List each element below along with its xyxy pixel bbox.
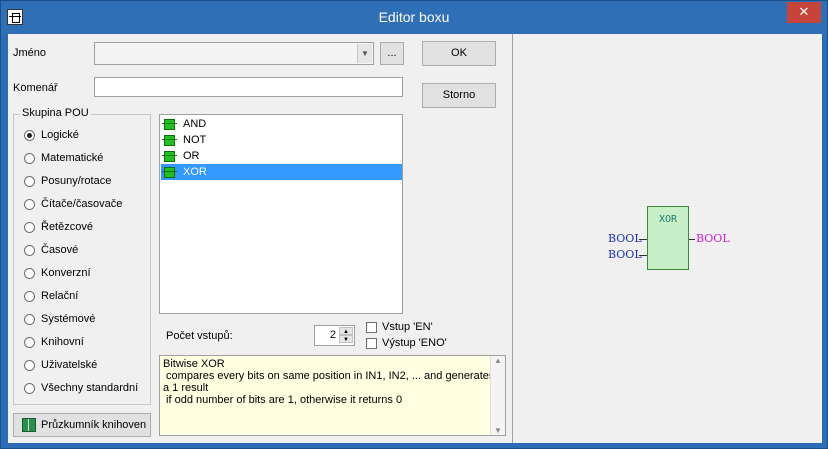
close-icon: ✕ bbox=[798, 4, 810, 19]
radio-button[interactable] bbox=[24, 221, 35, 233]
radio-knihovni[interactable]: Knihovní bbox=[24, 334, 84, 350]
radio-konverzni[interactable]: Konverzní bbox=[24, 265, 91, 281]
radio-button[interactable] bbox=[24, 175, 35, 187]
ok-button[interactable]: OK bbox=[422, 41, 496, 66]
book-icon bbox=[22, 418, 36, 432]
en-checkbox[interactable] bbox=[366, 321, 377, 333]
function-block-icon bbox=[162, 134, 177, 146]
stepper-buttons: ▲ ▼ bbox=[339, 327, 353, 344]
input-count-stepper[interactable]: 2 ▲ ▼ bbox=[314, 325, 355, 346]
list-item-label: OR bbox=[183, 150, 200, 162]
radio-label: Relační bbox=[41, 290, 79, 302]
comment-field[interactable] bbox=[94, 77, 403, 97]
preview-block-name: XOR bbox=[658, 214, 678, 225]
pou-group-title: Skupina POU bbox=[20, 107, 91, 119]
function-block-icon bbox=[162, 166, 177, 178]
function-block-icon bbox=[162, 118, 177, 130]
cancel-button[interactable]: Storno bbox=[422, 83, 496, 108]
radio-matematicke[interactable]: Matematické bbox=[24, 150, 103, 166]
radio-citace-casovace[interactable]: Čítače/časovače bbox=[24, 196, 122, 212]
radio-uzivatelske[interactable]: Uživatelské bbox=[24, 357, 97, 373]
list-item-and[interactable]: AND bbox=[161, 116, 402, 132]
editor-box-window: Editor boxu ✕ Jméno ▼ ... OK Komenář Sto… bbox=[0, 0, 828, 449]
radio-button[interactable] bbox=[24, 382, 35, 394]
radio-label: Časové bbox=[41, 244, 79, 256]
description-line: compares every bits on same position in … bbox=[163, 370, 495, 382]
description-line: Bitwise XOR bbox=[163, 358, 225, 370]
radio-label: Matematické bbox=[41, 152, 104, 164]
radio-posuny-rotace[interactable]: Posuny/rotace bbox=[24, 173, 111, 189]
scroll-down-icon[interactable]: ▼ bbox=[491, 426, 505, 435]
radio-button[interactable] bbox=[24, 267, 35, 279]
list-item-label: XOR bbox=[183, 166, 207, 178]
chevron-down-icon[interactable]: ▼ bbox=[357, 44, 372, 63]
radio-label: Knihovní bbox=[41, 336, 84, 348]
radio-button[interactable] bbox=[24, 290, 35, 302]
description-line: if odd number of bits are 1, otherwise i… bbox=[163, 394, 403, 406]
radio-retezcove[interactable]: Řetězcové bbox=[24, 219, 93, 235]
radio-button[interactable] bbox=[24, 313, 35, 325]
radio-button[interactable] bbox=[24, 129, 35, 141]
list-item-xor[interactable]: XOR bbox=[161, 164, 402, 180]
radio-label: Všechny standardní bbox=[41, 382, 139, 394]
radio-label: Posuny/rotace bbox=[41, 175, 112, 187]
eno-checkbox-row[interactable]: Výstup 'ENO' bbox=[366, 337, 447, 349]
preview-input-wire bbox=[639, 255, 647, 256]
function-block-icon bbox=[162, 150, 177, 162]
block-preview-panel: BOOL BOOL XOR BOOL bbox=[512, 34, 822, 443]
spin-down-icon[interactable]: ▼ bbox=[339, 335, 353, 343]
eno-checkbox[interactable] bbox=[366, 337, 377, 349]
radio-logicke[interactable]: Logické bbox=[24, 127, 79, 143]
preview-output-wire bbox=[689, 239, 695, 240]
list-item-or[interactable]: OR bbox=[161, 148, 402, 164]
comment-label: Komenář bbox=[13, 82, 58, 94]
en-checkbox-row[interactable]: Vstup 'EN' bbox=[366, 321, 433, 333]
list-item-label: NOT bbox=[183, 134, 207, 146]
preview-block: XOR bbox=[647, 206, 689, 270]
block-list[interactable]: AND NOT OR XOR bbox=[159, 114, 403, 314]
pou-group: Skupina POU Logické Matematické Posuny/r… bbox=[13, 107, 151, 405]
radio-casove[interactable]: Časové bbox=[24, 242, 78, 258]
radio-label: Konverzní bbox=[41, 267, 91, 279]
dialog-body: Jméno ▼ ... OK Komenář Storno Skupina PO… bbox=[8, 34, 822, 443]
input-count-label: Počet vstupů: bbox=[166, 330, 233, 342]
en-checkbox-label: Vstup 'EN' bbox=[382, 321, 433, 333]
preview-input-type: BOOL bbox=[608, 232, 642, 245]
preview-output-type: BOOL bbox=[696, 232, 730, 245]
radio-button[interactable] bbox=[24, 152, 35, 164]
library-explorer-label: Průzkumník knihoven bbox=[41, 419, 147, 431]
radio-button[interactable] bbox=[24, 244, 35, 256]
preview-input-type: BOOL bbox=[608, 248, 642, 261]
radio-button[interactable] bbox=[24, 198, 35, 210]
close-button[interactable]: ✕ bbox=[787, 2, 821, 23]
radio-label: Řetězcové bbox=[41, 221, 93, 233]
radio-label: Logické bbox=[41, 129, 79, 141]
radio-relacni[interactable]: Relační bbox=[24, 288, 78, 304]
input-count-value: 2 bbox=[329, 329, 336, 341]
radio-label: Systémové bbox=[41, 313, 96, 325]
description-scrollbar[interactable]: ▲ ▼ bbox=[490, 356, 505, 435]
name-combobox[interactable]: ▼ bbox=[94, 42, 374, 65]
radio-button[interactable] bbox=[24, 336, 35, 348]
radio-systemove[interactable]: Systémové bbox=[24, 311, 95, 327]
title-bar[interactable]: Editor boxu ✕ bbox=[1, 1, 827, 34]
scroll-up-icon[interactable]: ▲ bbox=[491, 356, 505, 365]
window-title: Editor boxu bbox=[378, 9, 450, 25]
eno-checkbox-label: Výstup 'ENO' bbox=[382, 337, 447, 349]
library-explorer-button[interactable]: Průzkumník knihoven bbox=[13, 413, 151, 437]
radio-button[interactable] bbox=[24, 359, 35, 371]
description-box[interactable]: Bitwise XOR compares every bits on same … bbox=[159, 355, 506, 436]
browse-button[interactable]: ... bbox=[380, 42, 404, 65]
spin-up-icon[interactable]: ▲ bbox=[339, 327, 353, 335]
preview-input-wire bbox=[639, 239, 647, 240]
description-line: a 1 result bbox=[163, 382, 209, 394]
radio-label: Čítače/časovače bbox=[41, 198, 123, 210]
radio-vsechny-standardni[interactable]: Všechny standardní bbox=[24, 380, 138, 396]
list-item-not[interactable]: NOT bbox=[161, 132, 402, 148]
name-label: Jméno bbox=[13, 47, 47, 59]
list-item-label: AND bbox=[183, 118, 207, 130]
radio-label: Uživatelské bbox=[41, 359, 98, 371]
